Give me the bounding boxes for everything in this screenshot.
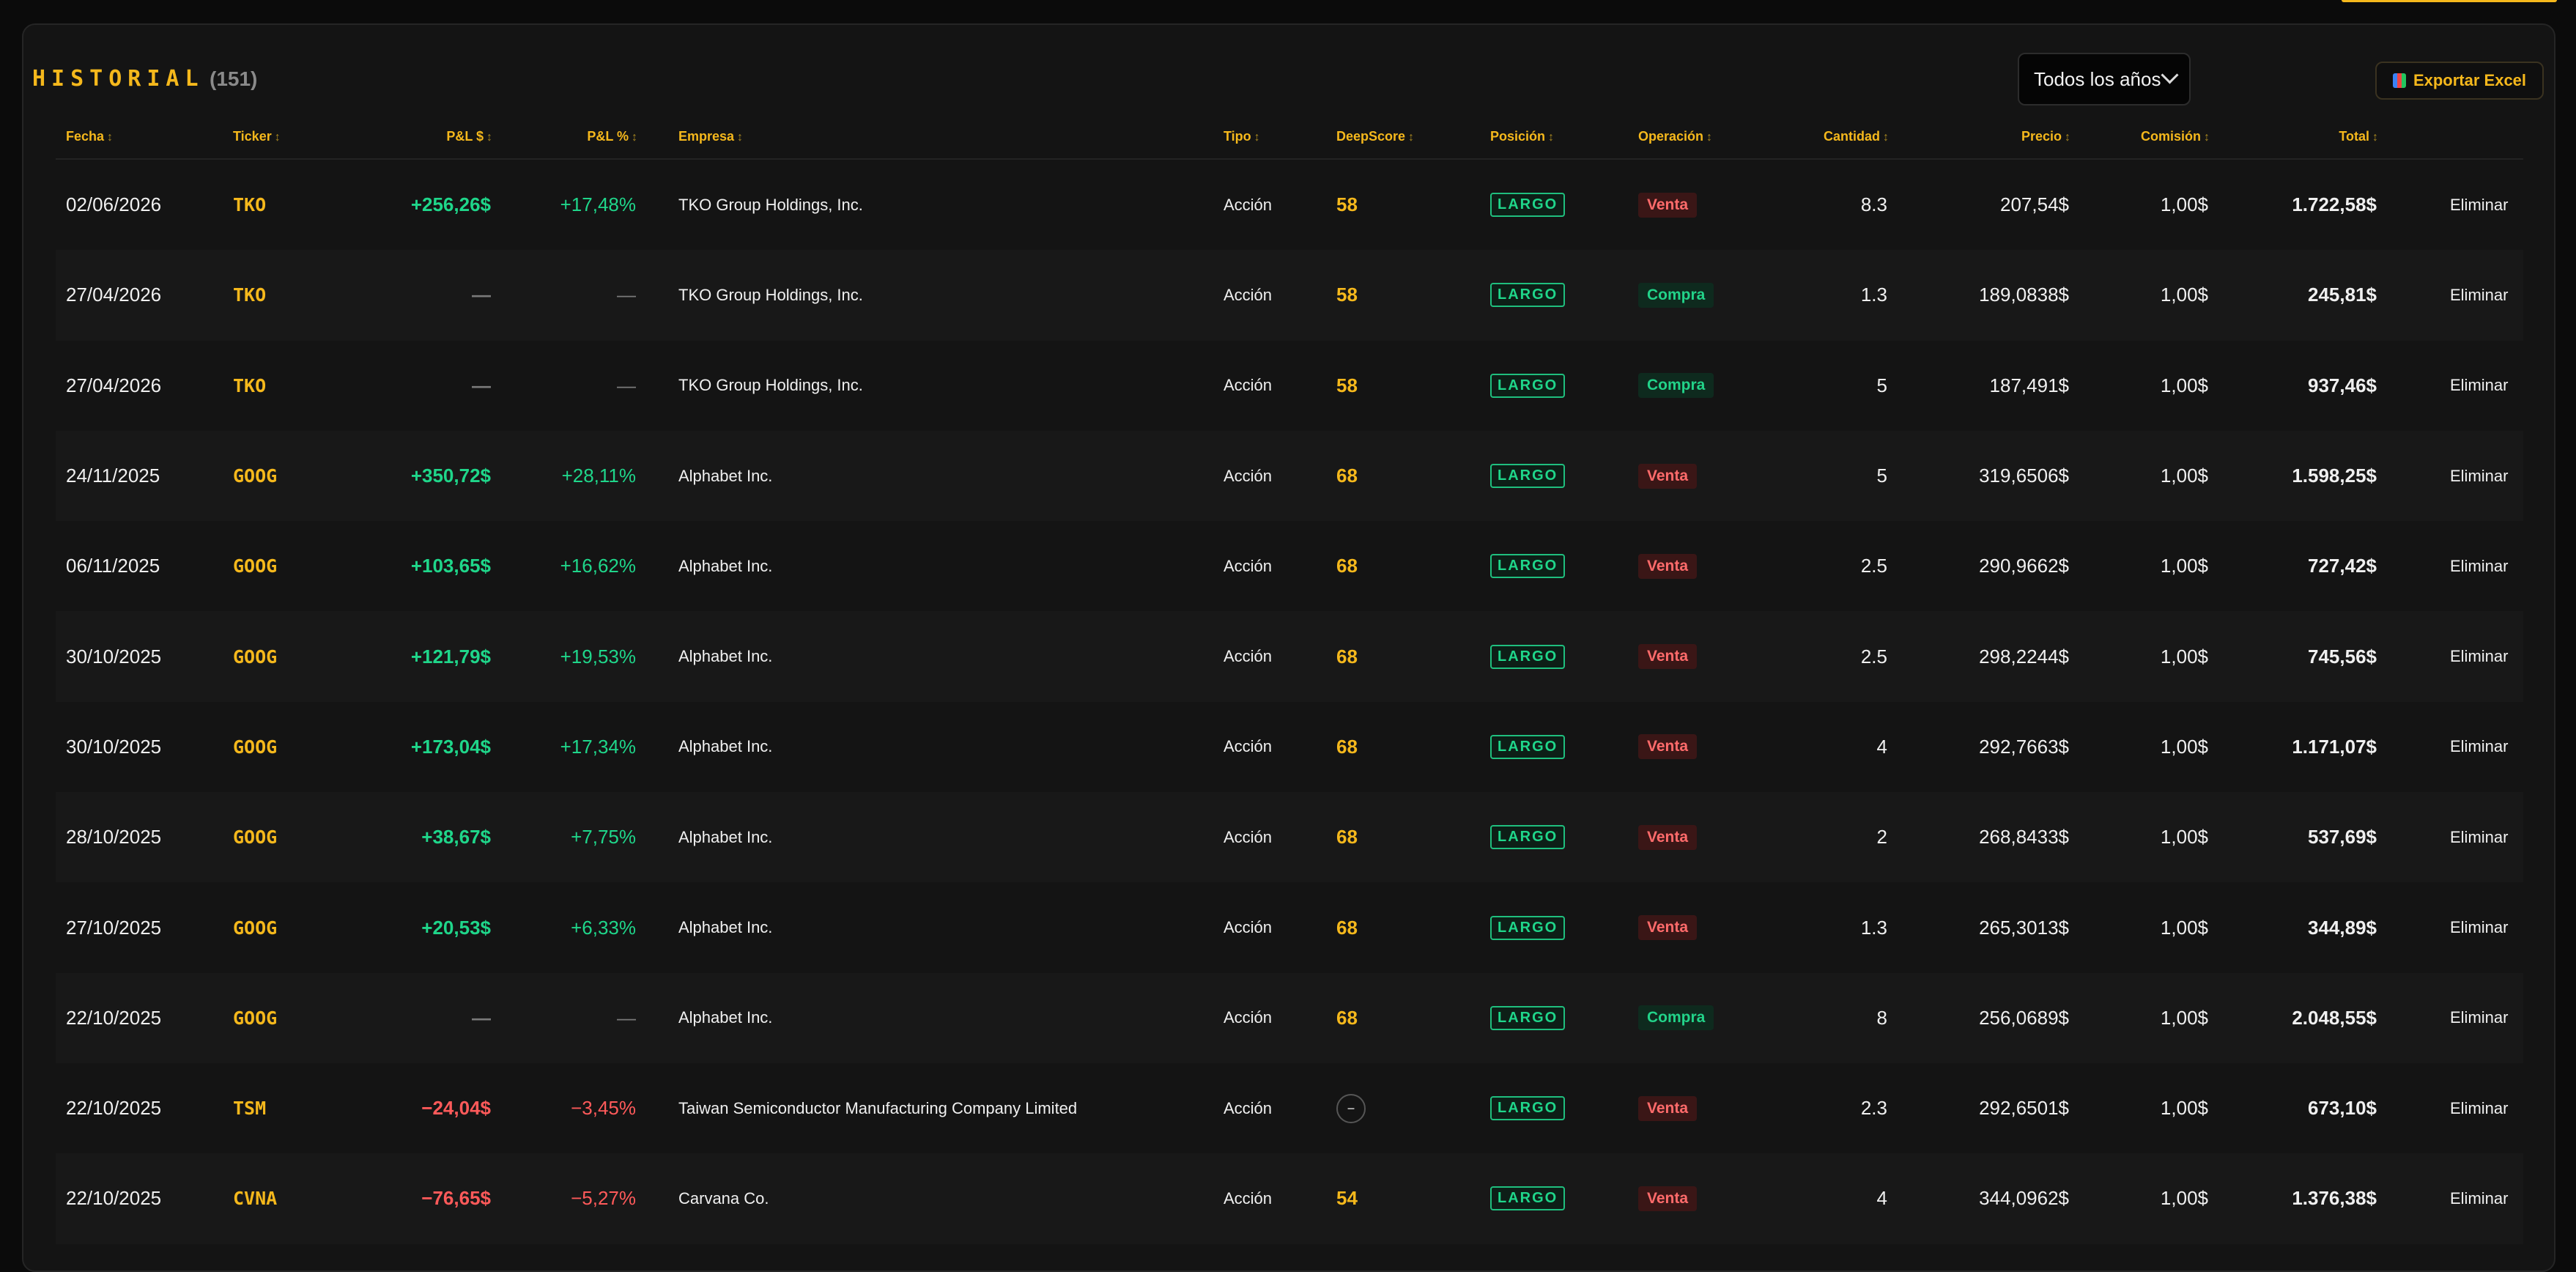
table-header: Fecha ↕ Ticker ↕ P&L $ ↕ P&L % ↕ Empresa ↕ Ti… (56, 120, 2523, 160)
cell-total: 1.598,25$ (2292, 465, 2377, 487)
col-empresa[interactable]: Empresa ↕ (678, 129, 743, 144)
record-count: (151) (210, 67, 258, 90)
delete-button[interactable]: Eliminar (2450, 702, 2508, 792)
col-comision[interactable]: Comisión ↕ (2141, 129, 2210, 144)
cell-total: 745,56$ (2308, 645, 2377, 668)
table-row: 24/11/2025 GOOG +350,72$ +28,11% Alphabet In… (56, 430, 2523, 522)
delete-button[interactable]: Eliminar (2450, 160, 2508, 250)
cell-total: 245,81$ (2308, 284, 2377, 306)
delete-button[interactable]: Eliminar (2450, 250, 2508, 340)
col-pnl-pct[interactable]: P&L % ↕ (587, 129, 637, 144)
table-row: 30/10/2025 GOOG +173,04$ +17,34% Alphabet In… (56, 702, 2523, 792)
cell-total: 727,42$ (2308, 555, 2377, 577)
delete-button[interactable]: Eliminar (2450, 431, 2508, 521)
table-row: 30/10/2025 GOOG +121,79$ +19,53% Alphabet In… (56, 611, 2523, 702)
chevron-down-icon (2161, 66, 2179, 84)
history-table: Fecha ↕ Ticker ↕ P&L $ ↕ P&L % ↕ Empresa ↕ Ti… (56, 120, 2523, 1244)
delete-button[interactable]: Eliminar (2450, 611, 2508, 701)
top-accent-bar (2342, 0, 2557, 2)
cell-total: 344,89$ (2308, 916, 2377, 939)
year-filter-value: Todos los años (2034, 67, 2161, 90)
table-row: 22/10/2025 TSM −24,04$ −3,45% Taiwan Semicon… (56, 1063, 2523, 1153)
cell-total: 1.171,07$ (2292, 735, 2377, 758)
col-total[interactable]: Total ↕ (2339, 129, 2378, 144)
cell-total: 937,46$ (2308, 374, 2377, 396)
table-row: 06/11/2025 GOOG +103,65$ +16,62% Alphabet In… (56, 521, 2523, 611)
col-pnl-usd[interactable]: P&L $ ↕ (446, 129, 492, 144)
chart-icon (2392, 73, 2406, 88)
historial-header: HISTORIAL (151) Todos los años Exportar … (32, 44, 2544, 106)
table-row: 28/10/2025 GOOG +38,67$ +7,75% Alphabet Inc.… (56, 792, 2523, 883)
cell-total: 2.048,55$ (2292, 1006, 2377, 1029)
col-tipo[interactable]: Tipo ↕ (1224, 129, 1260, 144)
col-precio[interactable]: Precio ↕ (2021, 129, 2070, 144)
col-ticker[interactable]: Ticker ↕ (233, 129, 281, 144)
cell-total: 1.376,38$ (2292, 1187, 2377, 1210)
table-row: 02/06/2026 TKO +256,26$ +17,48% TKO Group Ho… (56, 160, 2523, 250)
delete-button[interactable]: Eliminar (2450, 973, 2508, 1063)
delete-button[interactable]: Eliminar (2450, 1063, 2508, 1153)
col-cantidad[interactable]: Cantidad ↕ (1824, 129, 1889, 144)
col-operacion[interactable]: Operación ↕ (1638, 129, 1712, 144)
col-deepscore[interactable]: DeepScore ↕ (1336, 129, 1414, 144)
delete-button[interactable]: Eliminar (2450, 521, 2508, 611)
cell-total: 673,10$ (2308, 1097, 2377, 1120)
cell-total: 1.722,58$ (2292, 193, 2377, 216)
export-excel-button[interactable]: Exportar Excel (2375, 62, 2544, 100)
col-fecha[interactable]: Fecha ↕ (66, 129, 113, 144)
year-filter-select[interactable]: Todos los años (2018, 53, 2191, 106)
table-row: 22/10/2025 GOOG — — Alphabet Inc. Acción 68 LAR… (56, 972, 2523, 1063)
table-row: 27/04/2026 TKO — — TKO Group Holdings, Inc. A… (56, 250, 2523, 341)
delete-button[interactable]: Eliminar (2450, 792, 2508, 882)
table-row: 22/10/2025 CVNA −76,65$ −5,27% Carvana Co. Ac… (56, 1153, 2523, 1244)
cell-total: 537,69$ (2308, 826, 2377, 848)
table-row: 27/04/2026 TKO — — TKO Group Holdings, Inc. A… (56, 341, 2523, 431)
page-title: HISTORIAL (32, 66, 204, 92)
table-row: 27/10/2025 GOOG +20,53$ +6,33% Alphabet Inc.… (56, 882, 2523, 972)
table-body: 02/06/2026 TKO +256,26$ +17,48% TKO Group Ho… (56, 160, 2523, 1244)
delete-button[interactable]: Eliminar (2450, 882, 2508, 972)
delete-button[interactable]: Eliminar (2450, 341, 2508, 431)
export-excel-label: Exportar Excel (2413, 71, 2527, 89)
delete-button[interactable]: Eliminar (2450, 1153, 2508, 1243)
col-posicion[interactable]: Posición ↕ (1490, 129, 1554, 144)
